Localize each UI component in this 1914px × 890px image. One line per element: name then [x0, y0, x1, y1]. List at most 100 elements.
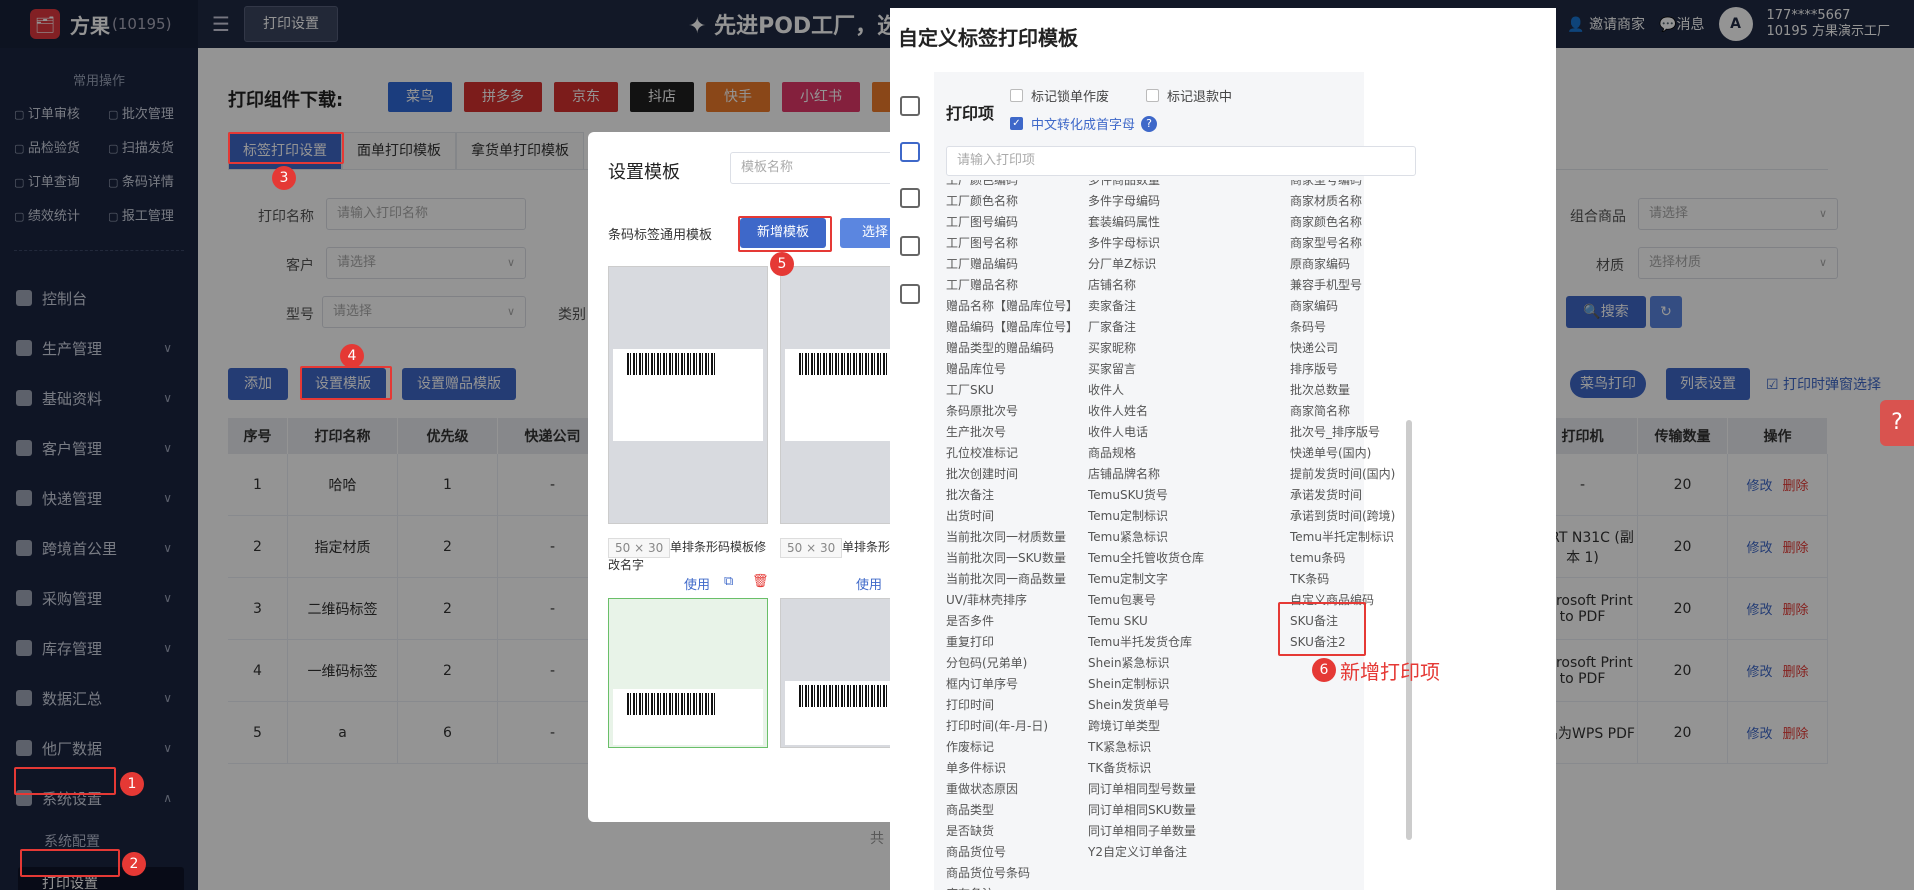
help-icon[interactable]: ? [1141, 115, 1158, 132]
print-item[interactable]: 孔位校准标记 [946, 443, 1078, 464]
print-item[interactable]: 商品类型 [946, 800, 1078, 821]
template-card[interactable] [608, 266, 768, 524]
print-item[interactable]: 当前批次同一材质数量 [946, 527, 1078, 548]
print-item[interactable]: 工厂赠品名称 [946, 275, 1078, 296]
print-item[interactable]: Temu半托发货仓库 [1088, 632, 1204, 653]
qrcode-icon[interactable] [900, 188, 920, 208]
pinyin-initials-checkbox[interactable]: ✓ 中文转化成首字母? [1010, 114, 1158, 133]
print-item[interactable]: 赠品名称【赠品库位号】 [946, 296, 1078, 317]
print-item[interactable]: 工厂颜色名称 [946, 191, 1078, 212]
print-item[interactable]: 赠品库位号 [946, 359, 1078, 380]
print-item[interactable]: 原商家编码 [1290, 254, 1395, 275]
print-item[interactable]: 工厂图号编码 [946, 212, 1078, 233]
help-feedback-button[interactable]: ? [1880, 400, 1914, 446]
print-item[interactable]: Y2自定义订单备注 [1088, 842, 1204, 863]
print-item[interactable]: 多件商品数量 [1088, 180, 1204, 191]
print-item[interactable]: 提前发货时间(国内) [1290, 464, 1395, 485]
print-item-search-input[interactable]: 请输入打印项 [946, 146, 1416, 176]
print-item[interactable]: 承诺到货时间(跨境) [1290, 506, 1395, 527]
template-card[interactable] [780, 266, 898, 524]
print-item[interactable]: 快递单号(国内) [1290, 443, 1395, 464]
print-item[interactable]: 套装编码属性 [1088, 212, 1204, 233]
print-item[interactable]: 当前批次同一SKU数量 [946, 548, 1078, 569]
print-item[interactable]: 商家型号编码 [1290, 180, 1395, 191]
trash-icon[interactable]: 🗑 [752, 574, 769, 589]
mark-refund-checkbox[interactable]: 标记退款中 [1146, 86, 1232, 105]
print-item[interactable]: 赠品类型的赠品编码 [946, 338, 1078, 359]
print-item[interactable]: 收件人姓名 [1088, 401, 1204, 422]
print-item[interactable]: 商家编码 [1290, 296, 1395, 317]
print-item[interactable]: 分厂单Z标识 [1088, 254, 1204, 275]
template-name-input[interactable]: 模板名称 [730, 152, 898, 184]
template-card[interactable] [780, 598, 898, 748]
print-item[interactable]: 条码号 [1290, 317, 1395, 338]
print-item[interactable]: 商品货位号条码 [946, 863, 1078, 884]
print-item[interactable]: 多件字母编码 [1088, 191, 1204, 212]
print-item[interactable]: 打印时间 [946, 695, 1078, 716]
print-item[interactable]: Temu半托定制标识 [1290, 527, 1395, 548]
print-item[interactable]: 商家型号名称 [1290, 233, 1395, 254]
print-item[interactable]: 同订单相同SKU数量 [1088, 800, 1204, 821]
print-item[interactable]: 重做状态原因 [946, 779, 1078, 800]
print-item[interactable]: 同订单相同型号数量 [1088, 779, 1204, 800]
print-item[interactable]: Temu定制标识 [1088, 506, 1204, 527]
print-item[interactable]: 收件人 [1088, 380, 1204, 401]
print-item[interactable]: 批次号_排序版号 [1290, 422, 1395, 443]
print-item[interactable]: Shein紧急标识 [1088, 653, 1204, 674]
print-item[interactable]: 商品货位号 [946, 842, 1078, 863]
print-item[interactable]: 是否缺货 [946, 821, 1078, 842]
print-item[interactable]: 商家颜色名称 [1290, 212, 1395, 233]
print-item[interactable]: 同订单相同子单数量 [1088, 821, 1204, 842]
print-item[interactable]: Shein定制标识 [1088, 674, 1204, 695]
print-item[interactable]: 工厂SKU [946, 380, 1078, 401]
print-item[interactable]: 打印时间(年-月-日) [946, 716, 1078, 737]
print-item[interactable]: 分包码(兄弟单) [946, 653, 1078, 674]
print-item[interactable]: 当前批次同一商品数量 [946, 569, 1078, 590]
print-item[interactable]: 卖家备注 [1088, 296, 1204, 317]
print-item[interactable]: Temu定制文字 [1088, 569, 1204, 590]
print-item[interactable]: temu条码 [1290, 548, 1395, 569]
print-item[interactable]: 批次总数量 [1290, 380, 1395, 401]
print-item[interactable]: Temu包裹号 [1088, 590, 1204, 611]
print-item[interactable]: 工厂颜色编码 [946, 180, 1078, 191]
print-item[interactable]: TK条码 [1290, 569, 1395, 590]
print-item[interactable]: 是否多件 [946, 611, 1078, 632]
template-card[interactable] [608, 598, 768, 748]
print-item[interactable]: TK紧急标识 [1088, 737, 1204, 758]
print-item[interactable]: 店铺名称 [1088, 275, 1204, 296]
print-item[interactable]: 商家简名称 [1290, 401, 1395, 422]
print-item[interactable]: 生产批次号 [946, 422, 1078, 443]
printer-icon[interactable] [900, 142, 920, 162]
form-icon[interactable] [900, 96, 920, 116]
print-item[interactable]: Temu SKU [1088, 611, 1204, 632]
mark-void-checkbox[interactable]: 标记锁单作废 [1010, 86, 1109, 105]
print-item[interactable]: 工厂图号名称 [946, 233, 1078, 254]
print-item[interactable]: 商品规格 [1088, 443, 1204, 464]
print-item[interactable]: 单多件标识 [946, 758, 1078, 779]
print-item[interactable]: 收件人电话 [1088, 422, 1204, 443]
print-item[interactable]: 赠品编码【赠品库位号】 [946, 317, 1078, 338]
print-item[interactable]: 批次备注 [946, 485, 1078, 506]
print-item[interactable]: 条码原批次号 [946, 401, 1078, 422]
print-item[interactable]: 排序版号 [1290, 359, 1395, 380]
use-template-link[interactable]: 使用 [684, 574, 710, 593]
print-item[interactable]: 批次创建时间 [946, 464, 1078, 485]
print-item[interactable]: 多件字母标识 [1088, 233, 1204, 254]
print-item[interactable]: TK备货标识 [1088, 758, 1204, 779]
print-item[interactable]: 出货时间 [946, 506, 1078, 527]
copy-icon[interactable]: ⧉ [724, 574, 733, 589]
print-item[interactable]: 快递公司 [1290, 338, 1395, 359]
print-item[interactable]: 店铺品牌名称 [1088, 464, 1204, 485]
print-item[interactable]: 厂家备注 [1088, 317, 1204, 338]
print-item[interactable]: Shein发货单号 [1088, 695, 1204, 716]
text-icon[interactable] [900, 284, 920, 304]
print-item[interactable]: 框内订单序号 [946, 674, 1078, 695]
print-item[interactable]: Temu全托管收货仓库 [1088, 548, 1204, 569]
print-item[interactable]: 商家材质名称 [1290, 191, 1395, 212]
print-item[interactable]: UV/菲林壳排序 [946, 590, 1078, 611]
print-item[interactable]: 工厂赠品编码 [946, 254, 1078, 275]
print-item[interactable]: TemuSKU货号 [1088, 485, 1204, 506]
print-item[interactable]: Temu紧急标识 [1088, 527, 1204, 548]
use-template-link[interactable]: 使用 [856, 574, 882, 593]
image-icon[interactable] [900, 236, 920, 256]
